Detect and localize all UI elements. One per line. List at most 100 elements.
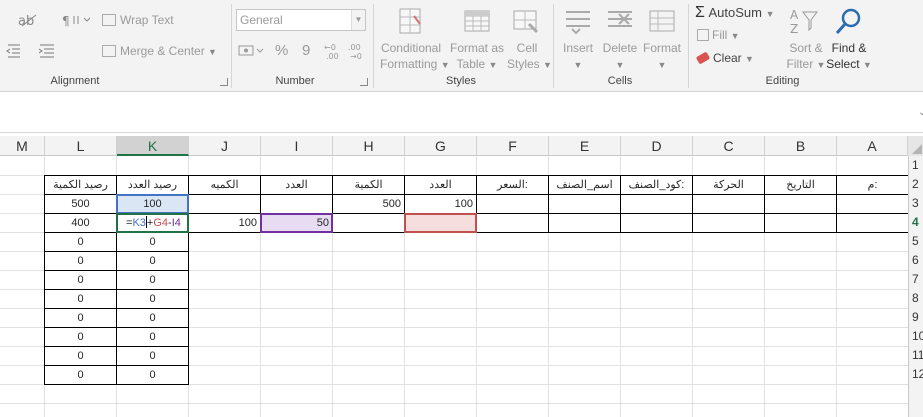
accounting-format-button[interactable] [238, 43, 266, 59]
cell-l8[interactable]: 0 [45, 290, 116, 309]
column-header-l[interactable]: L [45, 136, 117, 156]
cell-l6[interactable]: 0 [45, 252, 116, 271]
increase-indent-button[interactable] [38, 42, 68, 58]
row-header[interactable]: 8 [912, 291, 919, 305]
row-header[interactable]: 3 [912, 196, 919, 210]
cell-k6[interactable]: 0 [117, 252, 188, 271]
active-cell-k4[interactable]: =K3+G4-I4 [116, 213, 189, 233]
number-dialog-launcher[interactable] [360, 78, 368, 86]
chevron-down-icon: ▼ [351, 10, 365, 30]
cell-h3[interactable]: 500 [333, 195, 404, 214]
rtl-button[interactable]: ¶ [62, 12, 91, 28]
row-header[interactable]: 4 [912, 215, 919, 229]
column-header-i[interactable]: I [261, 136, 333, 156]
header-cell-k[interactable]: رصيد العدد [117, 176, 188, 195]
autosum-label: AutoSum [708, 5, 762, 20]
decrease-indent-button[interactable] [6, 42, 36, 58]
autosum-button[interactable]: Σ AutoSum ▼ [695, 4, 775, 22]
row-header[interactable]: 9 [912, 310, 919, 324]
clear-button[interactable]: Clear ▼ [695, 51, 754, 65]
cell-l10[interactable]: 0 [45, 328, 116, 347]
cell-j4[interactable]: 100 [189, 214, 260, 233]
header-cell-i[interactable]: العدد [261, 176, 332, 195]
cell-k11[interactable]: 0 [117, 347, 188, 366]
column-header-k[interactable]: K [117, 136, 189, 156]
cell-l5[interactable]: 0 [45, 233, 116, 252]
row-header[interactable]: 2 [912, 177, 919, 191]
column-header-h[interactable]: H [333, 136, 405, 156]
column-header-c[interactable]: C [693, 136, 765, 156]
orientation-button[interactable]: ab [18, 12, 46, 29]
svg-text:→0: →0 [350, 52, 362, 60]
row-header[interactable]: 11 [912, 348, 923, 362]
header-cell-a[interactable]: م: [837, 176, 908, 195]
cell-k12[interactable]: 0 [117, 366, 188, 385]
header-cell-e[interactable]: اسم_الصنف [549, 176, 620, 195]
comma-style-button[interactable]: 9 [302, 42, 310, 59]
chevron-down-icon: ▼ [543, 60, 552, 70]
cell-k9[interactable]: 0 [117, 309, 188, 328]
worksheet-grid[interactable]: رصيد الكمية رصيد العدد الكميه العدد الكم… [0, 156, 908, 417]
wrap-text-button[interactable]: Wrap Text [102, 13, 174, 27]
svg-text:←0: ←0 [324, 43, 336, 52]
format-as-table-label-1: Format as [449, 41, 504, 55]
column-header-b[interactable]: B [765, 136, 837, 156]
column-header-e[interactable]: E [549, 136, 621, 156]
row-header[interactable]: 6 [912, 253, 919, 267]
chevron-down-icon: ▼ [573, 60, 583, 70]
row-header[interactable]: 12 [912, 367, 923, 381]
increase-decimal-button[interactable]: ←0.00 [324, 42, 344, 61]
fill-label: Fill [712, 28, 728, 42]
svg-text:.00: .00 [326, 52, 339, 60]
column-header-m[interactable]: M [0, 136, 45, 156]
column-header-a[interactable]: A [837, 136, 908, 156]
header-cell-l[interactable]: رصيد الكمية [45, 176, 116, 195]
header-cell-d[interactable]: كود_الصنف: [621, 176, 692, 195]
column-header-d[interactable]: D [621, 136, 693, 156]
reference-box-g4 [404, 213, 477, 233]
row-header[interactable]: 7 [912, 272, 919, 286]
header-cell-g[interactable]: العدد [405, 176, 476, 195]
cell-l7[interactable]: 0 [45, 271, 116, 290]
cell-k10[interactable]: 0 [117, 328, 188, 347]
cell-l12[interactable]: 0 [45, 366, 116, 385]
select-all-corner[interactable] [908, 136, 923, 156]
column-header-f[interactable]: F [477, 136, 549, 156]
decrease-decimal-button[interactable]: .00 →0 [348, 42, 368, 61]
reference-box-k3 [116, 194, 189, 214]
cell-k7[interactable]: 0 [117, 271, 188, 290]
sigma-icon: Σ [695, 4, 705, 21]
cell-l3[interactable]: 500 [45, 195, 116, 214]
cell-k5[interactable]: 0 [117, 233, 188, 252]
number-format-value: General [240, 13, 283, 27]
cell-l4[interactable]: 400 [45, 214, 116, 233]
header-cell-f[interactable]: السعر: [477, 176, 548, 195]
formula-bar-area[interactable]: ⌄ [0, 93, 923, 133]
expand-formula-bar-icon[interactable]: ⌄ [918, 107, 923, 118]
find-select-label-1: Find & [831, 41, 867, 55]
row-header[interactable]: 5 [912, 234, 919, 248]
header-cell-j[interactable]: الكميه [189, 176, 260, 195]
svg-text:A: A [790, 8, 799, 22]
row-header[interactable]: 10 [912, 329, 923, 343]
wrap-text-label: Wrap Text [120, 13, 174, 27]
alignment-dialog-launcher[interactable] [220, 78, 228, 86]
decrease-decimal-icon: .00→0 [348, 43, 362, 61]
chevron-down-icon: ▼ [765, 9, 775, 19]
cell-l9[interactable]: 0 [45, 309, 116, 328]
header-cell-c[interactable]: الحركة [693, 176, 764, 195]
cell-g3[interactable]: 100 [405, 195, 476, 214]
cell-k8[interactable]: 0 [117, 290, 188, 309]
clear-label: Clear [713, 51, 742, 65]
column-header-j[interactable]: J [189, 136, 261, 156]
row-header[interactable]: 1 [912, 158, 919, 172]
cell-l11[interactable]: 0 [45, 347, 116, 366]
merge-center-button[interactable]: Merge & Center ▼ [102, 44, 217, 58]
header-cell-b[interactable]: التاريخ [765, 176, 836, 195]
percent-style-button[interactable]: % [275, 42, 288, 59]
insert-label: Insert [562, 41, 593, 55]
number-format-select[interactable]: General ▼ [236, 9, 366, 31]
header-cell-h[interactable]: الكمية [333, 176, 404, 195]
fill-button[interactable]: Fill ▼ [697, 28, 740, 42]
column-header-g[interactable]: G [405, 136, 477, 156]
